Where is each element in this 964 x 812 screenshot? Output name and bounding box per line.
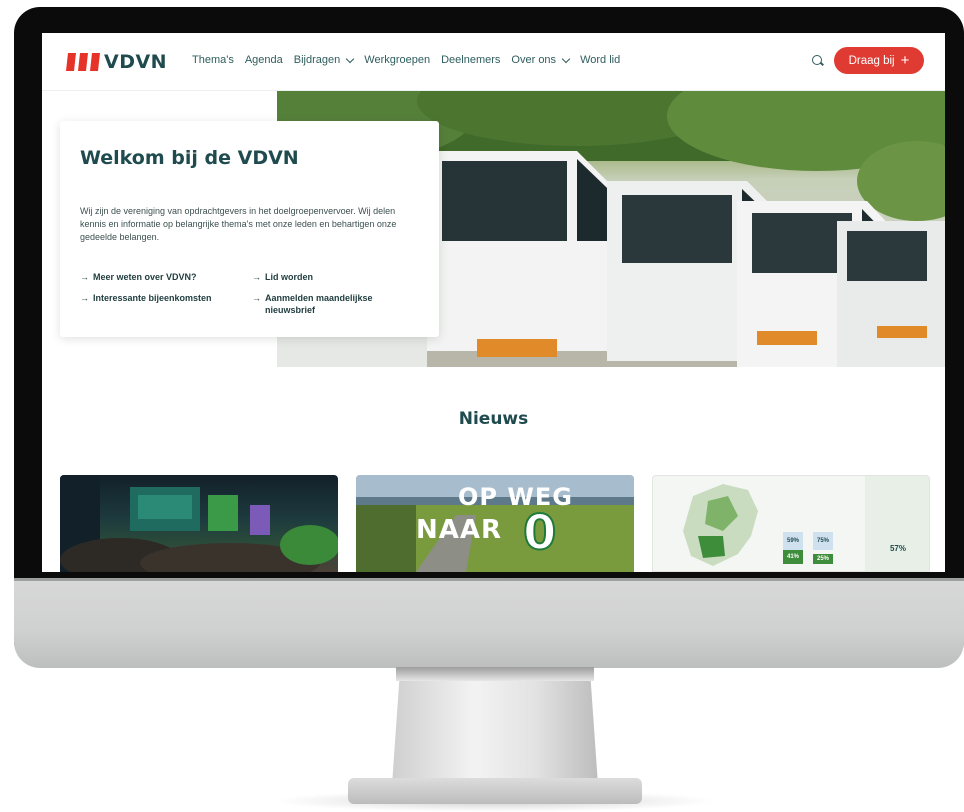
nav-label: Thema's: [192, 54, 234, 66]
news-card-infographic[interactable]: 59% 75% 41% 25% 57%: [652, 475, 930, 572]
conference-photo: [60, 475, 338, 572]
link-label: Lid worden: [265, 272, 313, 282]
nav-item-deelnemers[interactable]: Deelnemers: [441, 54, 500, 66]
draag-bij-button[interactable]: Draag bij +: [834, 47, 924, 74]
arrow-right-icon: →: [80, 272, 89, 282]
hero-description: Wij zijn de vereniging van opdrachtgever…: [80, 206, 397, 242]
arrow-right-icon: →: [252, 293, 261, 303]
logo-text: VDVN: [104, 51, 168, 73]
news-card-conference[interactable]: [60, 475, 338, 572]
nav-item-word-lid[interactable]: Word lid: [580, 54, 620, 66]
card-headline-zero: 0: [522, 504, 557, 562]
top-navigation: VDVN Thema's Agenda Bijdragen Werkgroepe…: [42, 33, 945, 91]
nav-label: Over ons: [511, 54, 557, 66]
link-label: Interessante bijeenkomsten: [93, 293, 212, 303]
logo-mark-icon: [66, 53, 100, 71]
news-card-op-weg-naar-0[interactable]: OP WEG NAAR 0: [356, 475, 634, 572]
nav-item-themas[interactable]: Thema's: [192, 54, 234, 66]
nav-label: Deelnemers: [441, 54, 501, 66]
arrow-right-icon: →: [252, 272, 261, 282]
plus-icon: +: [900, 52, 910, 69]
stat-57: 57%: [889, 543, 906, 553]
news-heading: Nieuws: [458, 409, 529, 429]
monitor-mockup: VDVN Thema's Agenda Bijdragen Werkgroepe…: [0, 0, 964, 812]
stat-41: 41%: [783, 550, 803, 564]
monitor-stand-foot: [348, 778, 642, 804]
nav-item-bijdragen[interactable]: Bijdragen: [293, 54, 355, 66]
nav-item-over-ons[interactable]: Over ons: [511, 54, 571, 66]
chin-edge: [14, 578, 964, 581]
monitor-stand-neck: [392, 667, 598, 785]
card-headline-line2: NAAR: [416, 515, 503, 545]
stat-25: 25%: [813, 554, 833, 564]
nav-item-werkgroepen[interactable]: Werkgroepen: [364, 54, 430, 66]
hero-title: Welkom bij de VDVN: [80, 147, 299, 169]
vdvn-logo[interactable]: VDVN: [66, 51, 167, 73]
stat-59: 59%: [783, 532, 803, 550]
browser-screen: VDVN Thema's Agenda Bijdragen Werkgroepe…: [42, 33, 945, 572]
main-menu: Thema's Agenda Bijdragen Werkgroepen Dee…: [192, 54, 620, 66]
link-label: Meer weten over VDVN?: [93, 272, 197, 282]
cta-label: Draag bij: [848, 54, 895, 67]
chevron-down-icon: [561, 54, 571, 63]
hero-links: → Meer weten over VDVN? → Lid worden → Inte…: [80, 271, 420, 316]
link-label: Aanmelden maandelijkse nieuwsbrief: [265, 293, 373, 315]
search-icon[interactable]: [812, 55, 822, 65]
nav-label: Agenda: [244, 54, 283, 66]
nav-label: Word lid: [580, 54, 621, 66]
monitor-chin: [14, 578, 964, 668]
link-nieuwsbrief[interactable]: → Aanmelden maandelijkse nieuwsbrief: [252, 292, 420, 316]
stand-neck-shade: [396, 667, 594, 681]
link-meer-weten[interactable]: → Meer weten over VDVN?: [80, 271, 252, 283]
welcome-card: Welkom bij de VDVN Wij zijn de verenigin…: [60, 121, 439, 337]
nav-item-agenda[interactable]: Agenda: [245, 54, 283, 66]
nav-label: Werkgroepen: [364, 54, 431, 66]
arrow-right-icon: →: [80, 293, 89, 303]
chevron-down-icon: [346, 54, 355, 63]
stat-75: 75%: [813, 532, 833, 550]
nav-label: Bijdragen: [293, 54, 341, 66]
link-lid-worden[interactable]: → Lid worden: [252, 271, 420, 283]
link-bijeenkomsten[interactable]: → Interessante bijeenkomsten: [80, 292, 252, 316]
